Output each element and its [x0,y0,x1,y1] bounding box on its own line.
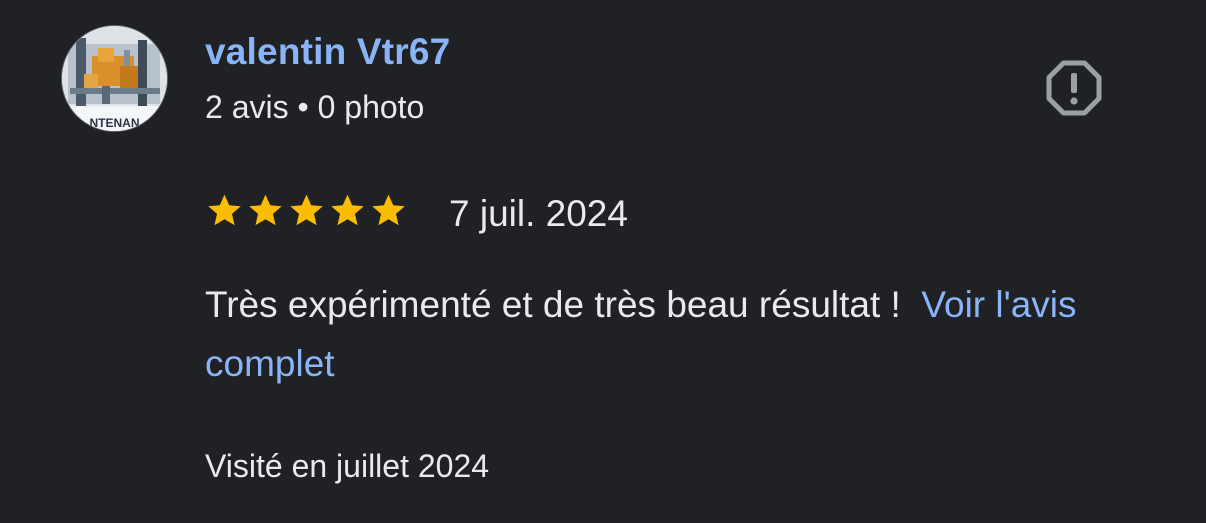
rating-stars [205,191,408,230]
review-text-body: Très expérimenté et de très beau résulta… [205,284,901,325]
star-icon [249,194,282,226]
report-button[interactable] [1044,58,1104,118]
avatar-image: NTENAN [62,26,167,131]
review-date: 7 juil. 2024 [449,193,628,234]
avatar[interactable]: NTENAN [61,25,168,132]
star-icon [331,194,364,226]
avatar-caption: NTENAN [90,116,140,130]
star-icon [372,194,405,226]
review-text: Très expérimenté et de très beau résulta… [205,275,1135,393]
star-icon [208,194,241,226]
review-card: NTENAN valentin Vtr67 2 avis • 0 photo 7… [0,0,1206,523]
report-flag-icon [1046,60,1102,116]
author-name[interactable]: valentin Vtr67 [205,31,450,73]
author-stats: 2 avis • 0 photo [205,89,425,125]
star-icon [290,194,323,226]
visit-info: Visité en juillet 2024 [205,448,490,484]
